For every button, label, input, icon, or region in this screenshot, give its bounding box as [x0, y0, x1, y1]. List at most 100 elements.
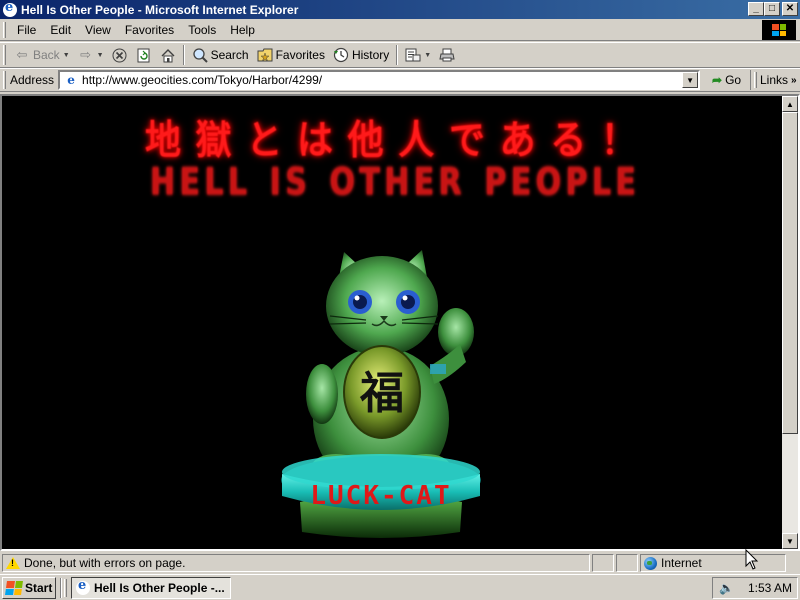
- banner-letter: L: [204, 160, 224, 204]
- links-bar[interactable]: Links »: [750, 70, 800, 90]
- status-zone-panel[interactable]: Internet: [640, 554, 786, 572]
- menu-tools[interactable]: Tools: [181, 23, 223, 37]
- start-label: Start: [25, 580, 53, 595]
- go-arrow-icon: ➦: [712, 73, 723, 87]
- toolbar-separator-2: [396, 45, 399, 65]
- mail-button[interactable]: ▼: [401, 44, 435, 66]
- go-label: Go: [725, 73, 742, 87]
- warning-icon[interactable]: [6, 557, 20, 569]
- coin-kanji: 福: [359, 368, 404, 419]
- ie-logo-icon[interactable]: [3, 0, 17, 17]
- banner-letter: L: [591, 160, 611, 204]
- taskbar: Start Hell Is Other People -... 🔈 1:53 A…: [0, 574, 800, 600]
- banner-letter: R: [438, 160, 462, 204]
- search-icon: [192, 47, 208, 63]
- go-button[interactable]: ➦ Go: [708, 73, 745, 87]
- toolbar-separator: [182, 45, 185, 65]
- banner-letter: E: [413, 160, 435, 204]
- refresh-button[interactable]: [132, 44, 156, 66]
- forward-button[interactable]: ⇨ ▼: [74, 44, 108, 66]
- banner-letter: T: [359, 160, 380, 204]
- scroll-thumb[interactable]: [782, 112, 798, 434]
- web-page[interactable]: 地 獄 と は 他 人 で あ る ！ H E L L I S O T H E …: [2, 96, 782, 549]
- banner-jp-char: 他: [347, 118, 384, 164]
- system-tray: 🔈 1:53 AM: [712, 577, 798, 599]
- browser-window: Hell Is Other People - Microsoft Interne…: [0, 0, 800, 574]
- lucky-cat-illustration: 福 LUCK-CAT: [281, 250, 481, 538]
- home-button[interactable]: [156, 44, 180, 66]
- content-frame: 地 獄 と は 他 人 で あ る ！ H E L L I S O T H E …: [0, 94, 800, 551]
- menu-file[interactable]: File: [10, 23, 43, 37]
- task-button-ie[interactable]: Hell Is Other People -...: [71, 576, 231, 599]
- menu-help[interactable]: Help: [223, 23, 262, 37]
- status-bar: Done, but with errors on page. Internet: [0, 552, 800, 574]
- start-button[interactable]: Start: [2, 576, 56, 599]
- base-text: LUCK-CAT: [310, 481, 451, 511]
- links-grip[interactable]: [754, 72, 757, 88]
- mail-icon: [405, 47, 421, 63]
- banner-letter: H: [150, 160, 176, 204]
- scroll-up-button[interactable]: ▲: [782, 96, 798, 112]
- clock[interactable]: 1:53 AM: [748, 581, 792, 595]
- refresh-icon: [136, 47, 152, 63]
- back-dropdown-icon[interactable]: ▼: [63, 52, 70, 59]
- taskbar-separator: [60, 577, 62, 598]
- history-button[interactable]: History: [329, 44, 393, 66]
- favorites-folder-icon: [257, 47, 273, 63]
- minimize-button[interactable]: _: [748, 2, 764, 16]
- favorites-label: Favorites: [275, 48, 325, 62]
- window-controls: _ □ ✕: [748, 2, 798, 16]
- back-label: Back: [33, 48, 60, 62]
- address-box[interactable]: e ▼: [58, 70, 701, 90]
- banner-letter: E: [179, 160, 200, 204]
- menu-favorites[interactable]: Favorites: [118, 23, 181, 37]
- lucky-cat-image[interactable]: 福 LUCK-CAT: [270, 244, 492, 540]
- status-text: Done, but with errors on page.: [24, 556, 186, 570]
- history-icon: [333, 47, 349, 63]
- banner-jp-char: 獄: [195, 118, 232, 164]
- menu-view[interactable]: View: [78, 23, 118, 37]
- banner-letter: S: [285, 160, 307, 204]
- maximize-button[interactable]: □: [764, 2, 780, 16]
- mail-dropdown-icon[interactable]: ▼: [424, 52, 431, 59]
- address-grip[interactable]: [3, 71, 6, 89]
- menu-grip[interactable]: [3, 21, 6, 38]
- vertical-scrollbar[interactable]: ▲ ▼: [782, 96, 798, 549]
- address-bar: Address e ▼ ➦ Go Links »: [0, 68, 800, 92]
- toolbar-grip[interactable]: [3, 45, 6, 65]
- task-label: Hell Is Other People -...: [94, 580, 225, 595]
- title-bar[interactable]: Hell Is Other People - Microsoft Interne…: [0, 0, 800, 19]
- banner-english: H E L L I S O T H E R P E O P L E: [150, 160, 636, 204]
- banner-letter: I: [269, 160, 281, 204]
- menu-edit[interactable]: Edit: [43, 23, 78, 37]
- close-button[interactable]: ✕: [782, 2, 798, 16]
- print-button[interactable]: [435, 44, 459, 66]
- banner-japanese: 地 獄 と は 他 人 で あ る ！: [145, 118, 637, 163]
- status-message-panel[interactable]: Done, but with errors on page.: [2, 554, 590, 572]
- banner-jp-char: と: [246, 118, 282, 164]
- back-arrow-icon: ⇦: [16, 47, 28, 62]
- search-label: Search: [210, 48, 249, 62]
- banner-jp-char: は: [296, 118, 333, 164]
- scroll-down-button[interactable]: ▼: [782, 533, 798, 549]
- banner-jp-char: あ: [499, 118, 536, 164]
- banner-letter: E: [510, 160, 532, 204]
- banner-jp-char: る: [550, 118, 586, 164]
- taskbar-grip[interactable]: [64, 578, 67, 597]
- address-input[interactable]: [82, 72, 673, 88]
- banner-letter: O: [535, 160, 562, 204]
- chevron-right-icon[interactable]: »: [791, 75, 797, 86]
- volume-icon[interactable]: 🔈: [719, 581, 734, 595]
- printer-icon: [439, 47, 455, 63]
- banner-jp-char: で: [448, 118, 485, 164]
- search-button[interactable]: Search: [188, 44, 253, 66]
- stop-button[interactable]: [108, 44, 132, 66]
- banner-jp-char: 人: [398, 118, 434, 164]
- back-button[interactable]: ⇦ Back ▼: [10, 44, 74, 66]
- windows-flag-icon: [5, 580, 23, 595]
- forward-dropdown-icon[interactable]: ▼: [97, 52, 104, 59]
- favorites-button[interactable]: Favorites: [253, 44, 329, 66]
- address-dropdown-button[interactable]: ▼: [682, 72, 699, 88]
- history-label: History: [351, 48, 390, 62]
- windows-flag-icon: [772, 24, 786, 36]
